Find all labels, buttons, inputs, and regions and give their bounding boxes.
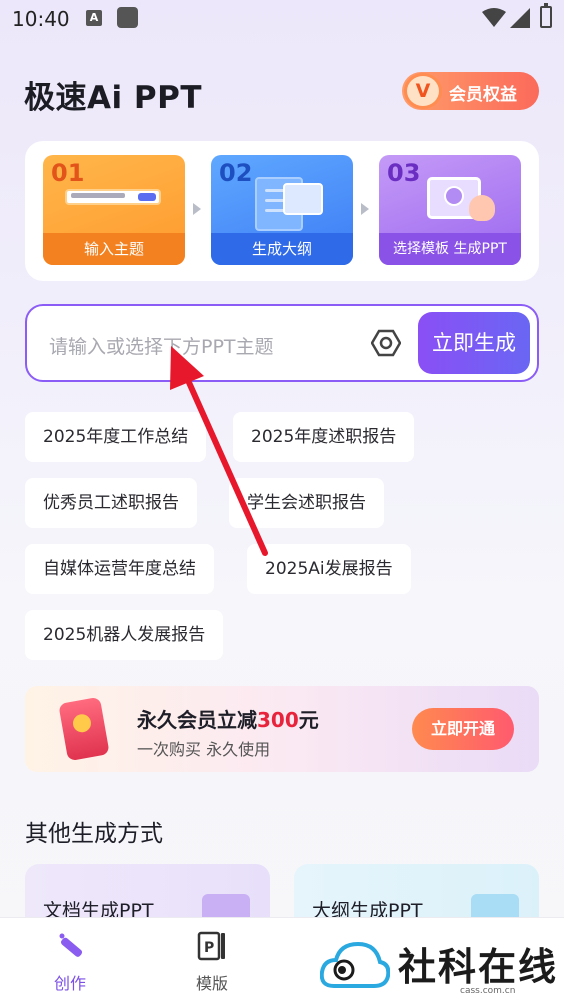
topic-chip[interactable]: 2025年度工作总结 — [25, 412, 207, 462]
topic-input-box[interactable]: 请输入或选择下方PPT主题 立即生成 — [25, 304, 539, 382]
step-input-topic: 01 输入主题 — [43, 155, 185, 265]
promo-subtitle: 一次购买 永久使用 — [137, 740, 271, 759]
step-number: 02 — [219, 159, 253, 187]
vip-benefits-button[interactable]: V 会员权益 — [402, 72, 539, 110]
other-methods-heading: 其他生成方式 — [25, 821, 163, 847]
topic-input-placeholder[interactable]: 请输入或选择下方PPT主题 — [49, 332, 274, 359]
outline-box-icon — [283, 183, 323, 215]
status-bar: 10:40 A — [0, 0, 564, 40]
status-time: 10:40 — [12, 7, 70, 31]
topic-chip[interactable]: 学生会述职报告 — [229, 478, 384, 528]
settings-hexagon-icon[interactable] — [371, 328, 401, 358]
vip-benefits-label: 会员权益 — [449, 85, 517, 105]
topic-chip[interactable]: 优秀员工述职报告 — [25, 478, 197, 528]
battery-icon — [540, 3, 552, 28]
hand-pointer-icon — [469, 195, 495, 221]
vip-promo-banner[interactable]: 永久会员立减300元 一次购买 永久使用 立即开通 — [25, 686, 539, 772]
step-generate-outline: 02 生成大纲 — [211, 155, 353, 265]
ppt-template-icon: P — [197, 931, 225, 961]
svg-text:P: P — [204, 940, 214, 956]
nav-template-label: 模版 — [195, 974, 228, 993]
input-illustration-icon — [65, 189, 161, 205]
activate-now-button[interactable]: 立即开通 — [412, 708, 514, 750]
watermark-text: 社科在线 — [398, 944, 559, 989]
step-arrow-icon — [361, 203, 369, 215]
step-number: 03 — [387, 159, 421, 187]
vip-badge-icon: V — [404, 73, 442, 109]
step-arrow-icon — [193, 203, 201, 215]
app-title: 极速Ai PPT — [24, 80, 202, 116]
watermark-logo: 社科在线 cass.com.cn — [320, 936, 560, 1000]
topic-chip[interactable]: 2025机器人发展报告 — [25, 610, 224, 660]
nav-create[interactable]: 创作 — [30, 930, 110, 994]
step-label: 生成大纲 — [211, 233, 353, 265]
topic-chip[interactable]: 2025Ai发展报告 — [247, 544, 411, 594]
promo-title: 永久会员立减300元 — [137, 708, 319, 732]
steps-card: 01 输入主题 02 生成大纲 03 选择模板 生成PPT — [25, 141, 539, 281]
red-envelope-icon — [58, 696, 110, 762]
watermark-url: cass.com.cn — [460, 986, 516, 996]
topic-chip[interactable]: 2025年度述职报告 — [233, 412, 415, 462]
step-choose-template: 03 选择模板 生成PPT — [379, 155, 521, 265]
nav-create-label: 创作 — [53, 974, 86, 993]
step-label: 输入主题 — [43, 233, 185, 265]
wifi-icon — [482, 8, 506, 27]
signal-icon — [510, 8, 530, 28]
notification-a-icon: A — [86, 10, 102, 26]
step-label: 选择模板 生成PPT — [379, 233, 521, 265]
promo-amount: 300 — [257, 708, 299, 732]
notification-square-icon — [117, 7, 138, 28]
nav-template[interactable]: P 模版 — [172, 930, 252, 994]
cloud-eye-logo-icon — [320, 941, 390, 988]
step-number: 01 — [51, 159, 85, 187]
topic-chip[interactable]: 自媒体运营年度总结 — [25, 544, 214, 594]
generate-now-button[interactable]: 立即生成 — [418, 312, 530, 374]
magic-wand-icon — [59, 933, 83, 957]
